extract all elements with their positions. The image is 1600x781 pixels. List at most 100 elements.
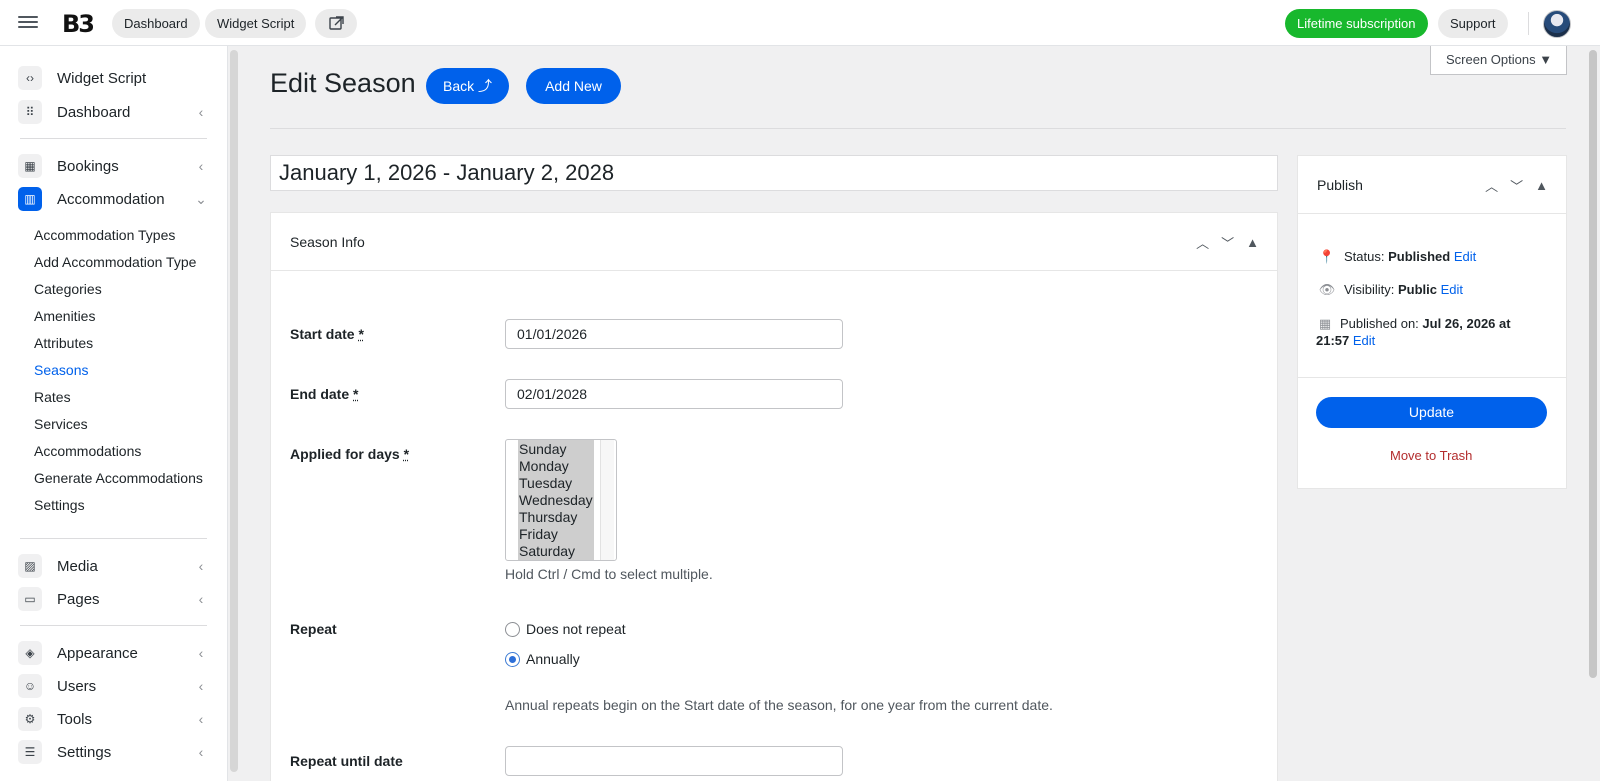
sidebar-sub-rates[interactable]: Rates xyxy=(34,389,71,405)
sidebar-divider xyxy=(20,538,207,539)
move-to-trash-link[interactable]: Move to Trash xyxy=(1390,448,1472,463)
multiselect-scrollbar[interactable] xyxy=(600,440,614,560)
sidebar-sub-accommodation-types[interactable]: Accommodation Types xyxy=(34,227,175,243)
collapse-toggle-icon[interactable]: ▲ xyxy=(1246,235,1259,250)
sidebar-sub-amenities[interactable]: Amenities xyxy=(34,308,95,324)
screen-options-button[interactable]: Screen Options ▼ xyxy=(1430,46,1567,75)
applied-days-label-text: Applied for days xyxy=(290,446,400,462)
sidebar-item-users[interactable]: ☺ Users ‹ xyxy=(18,672,208,700)
chevron-down-icon: ⌄ xyxy=(195,190,207,207)
sidebar-item-bookings[interactable]: ▦ Bookings ‹ xyxy=(18,152,208,180)
menu-toggle-icon[interactable] xyxy=(18,13,38,33)
move-down-icon[interactable]: ﹀ xyxy=(1221,233,1234,252)
day-option-wednesday[interactable]: Wednesday xyxy=(518,492,594,509)
widget-script-button[interactable]: Widget Script xyxy=(205,9,307,38)
edit-visibility-link[interactable]: Edit xyxy=(1441,282,1463,297)
day-option-friday[interactable]: Friday xyxy=(518,526,594,543)
main-scrollbar[interactable] xyxy=(1589,50,1597,678)
sidebar-item-dashboard[interactable]: ⠿ Dashboard ‹ xyxy=(18,98,208,126)
sidebar-sub-add-accommodation-type[interactable]: Add Accommodation Type xyxy=(34,254,196,270)
day-option-thursday[interactable]: Thursday xyxy=(518,509,594,526)
dashboard-button[interactable]: Dashboard xyxy=(112,9,200,38)
sidebar-item-label: Settings xyxy=(57,743,112,761)
calendar-icon: ▦ xyxy=(1318,316,1332,331)
sidebar-sub-accommodations[interactable]: Accommodations xyxy=(34,443,141,459)
chevron-left-icon: ‹ xyxy=(198,158,204,174)
repeat-option-annually[interactable]: Annually xyxy=(505,651,580,667)
publish-date-row: ▦ Published on: Jul 26, 2026 at xyxy=(1316,314,1546,333)
radio-button[interactable] xyxy=(505,621,520,637)
edit-status-link[interactable]: Edit xyxy=(1454,249,1476,264)
update-button[interactable]: Update xyxy=(1316,397,1547,428)
pin-icon: 📍 xyxy=(1318,249,1336,264)
publish-status-row: 📍 Status: Published Edit xyxy=(1318,249,1476,265)
paint-bucket-icon: ◈ xyxy=(18,641,42,665)
sidebar-scrollbar[interactable] xyxy=(230,50,238,772)
sidebar-item-accommodation[interactable]: ▥ Accommodation ⌄ xyxy=(18,185,208,213)
move-down-icon[interactable]: ﹀ xyxy=(1510,176,1523,195)
publish-divider xyxy=(1298,377,1567,378)
sidebar-item-label: Tools xyxy=(57,710,93,728)
grid-icon: ⠿ xyxy=(18,100,42,124)
sidebar-item-label: Accommodation xyxy=(57,190,165,208)
move-up-icon[interactable]: ︿ xyxy=(1196,233,1209,252)
sidebar-item-media[interactable]: ▨ Media ‹ xyxy=(18,552,208,580)
day-option-sunday[interactable]: Sunday xyxy=(518,441,594,458)
repeat-until-label: Repeat until date xyxy=(290,753,403,769)
end-date-input[interactable]: 02/01/2028 xyxy=(505,379,843,409)
external-link-button[interactable] xyxy=(315,9,357,38)
edit-date-link[interactable]: Edit xyxy=(1353,333,1375,348)
admin-top-bar: B3 Dashboard Widget Script Lifetime subs… xyxy=(0,0,1600,46)
publish-controls: ︿ ﹀ ▲ xyxy=(1485,156,1548,214)
day-option-saturday[interactable]: Saturday xyxy=(518,543,594,560)
sidebar-item-label: Dashboard xyxy=(57,103,131,121)
publish-header: Publish ︿ ﹀ ▲ xyxy=(1298,156,1566,214)
required-mark: * xyxy=(403,446,410,462)
sidebar-sub-seasons[interactable]: Seasons xyxy=(34,362,88,378)
chevron-left-icon: ‹ xyxy=(198,558,204,574)
sidebar-item-widget-script[interactable]: ‹› Widget Script xyxy=(18,64,208,92)
end-date-label: End date * xyxy=(290,386,358,402)
building-icon: ▥ xyxy=(18,187,42,211)
support-button[interactable]: Support xyxy=(1438,9,1508,38)
back-button[interactable]: Back ⤴ xyxy=(426,68,509,104)
repeat-until-input[interactable] xyxy=(505,746,843,776)
published-prefix: Published on: xyxy=(1340,316,1423,331)
day-option-monday[interactable]: Monday xyxy=(518,458,594,475)
page-title: Edit Season xyxy=(270,68,416,98)
sidebar-divider xyxy=(20,625,207,626)
external-link-icon xyxy=(329,16,344,30)
move-up-icon[interactable]: ︿ xyxy=(1485,176,1498,195)
repeat-option-none[interactable]: Does not repeat xyxy=(505,621,626,637)
days-help-text: Hold Ctrl / Cmd to select multiple. xyxy=(505,566,713,582)
sidebar-item-appearance[interactable]: ◈ Appearance ‹ xyxy=(18,639,208,667)
sidebar-sub-services[interactable]: Services xyxy=(34,416,88,432)
lifetime-subscription-button[interactable]: Lifetime subscription xyxy=(1285,9,1428,38)
app-logo[interactable]: B3 xyxy=(62,10,95,38)
start-date-input[interactable]: 01/01/2026 xyxy=(505,319,843,349)
user-avatar[interactable] xyxy=(1543,10,1571,38)
sidebar-item-tools[interactable]: ⚙ Tools ‹ xyxy=(18,705,208,733)
radio-button-selected[interactable] xyxy=(505,651,520,667)
sidebar-item-label: Users xyxy=(57,677,97,695)
sidebar-sub-settings[interactable]: Settings xyxy=(34,497,85,513)
published-on-text: Published on: Jul 26, 2026 at xyxy=(1340,314,1511,333)
chevron-left-icon: ‹ xyxy=(198,645,204,661)
sidebar-item-pages[interactable]: ▭ Pages ‹ xyxy=(18,585,208,613)
day-option-tuesday[interactable]: Tuesday xyxy=(518,475,594,492)
applied-days-label: Applied for days * xyxy=(290,446,409,462)
season-title-input[interactable]: January 1, 2026 - January 2, 2028 xyxy=(270,155,1278,191)
chevron-left-icon: ‹ xyxy=(198,744,204,760)
sidebar-sub-attributes[interactable]: Attributes xyxy=(34,335,93,351)
sidebar-sub-categories[interactable]: Categories xyxy=(34,281,102,297)
add-new-button[interactable]: Add New xyxy=(526,68,621,104)
sidebar-item-settings[interactable]: ☰ Settings ‹ xyxy=(18,738,208,766)
start-date-label: Start date * xyxy=(290,326,364,342)
applied-days-multiselect[interactable]: Sunday Monday Tuesday Wednesday Thursday… xyxy=(505,439,617,561)
sidebar-sub-generate-accommodations[interactable]: Generate Accommodations xyxy=(34,470,203,486)
publish-visibility-row: 👁 Visibility: Public Edit xyxy=(1318,282,1463,298)
sliders-icon: ☰ xyxy=(18,740,42,764)
header-divider xyxy=(270,128,1566,129)
collapse-toggle-icon[interactable]: ▲ xyxy=(1535,178,1548,193)
season-info-controls: ︿ ﹀ ▲ xyxy=(1196,213,1259,271)
